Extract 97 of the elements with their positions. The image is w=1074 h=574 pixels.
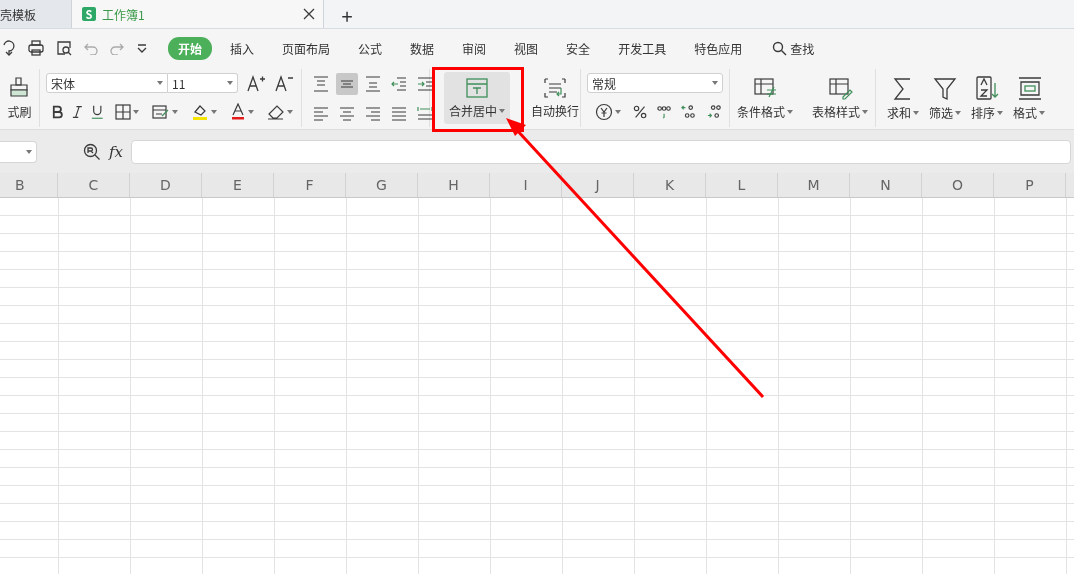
currency-button[interactable] xyxy=(593,101,623,123)
decrease-font-icon[interactable] xyxy=(274,74,294,92)
caret-icon xyxy=(287,110,293,114)
alignment-icon xyxy=(390,74,408,93)
percent-icon[interactable] xyxy=(633,104,648,120)
column-header[interactable]: E xyxy=(202,173,274,197)
column-header[interactable]: D xyxy=(130,173,202,197)
menu-tab[interactable]: 插入 xyxy=(220,36,265,60)
new-tab-button[interactable]: + xyxy=(324,0,370,28)
paintbrush-icon xyxy=(10,76,29,100)
paint-bucket-icon xyxy=(191,103,209,121)
formula-input[interactable] xyxy=(131,139,1071,164)
table-icon xyxy=(827,76,853,100)
caret-icon xyxy=(955,110,962,115)
menu-tab[interactable]: 特色应用 xyxy=(684,36,753,60)
align-button[interactable] xyxy=(336,72,358,95)
caret-icon xyxy=(1039,110,1046,115)
tool-button[interactable]: 排序 xyxy=(966,67,1009,129)
column-header[interactable]: F xyxy=(274,173,346,197)
tool-icon xyxy=(1016,75,1043,101)
font-size-select[interactable]: 11 xyxy=(168,73,238,93)
column-header[interactable]: B xyxy=(0,173,58,197)
column-header[interactable]: K xyxy=(634,173,706,197)
format-painter-button[interactable]: 式刷 xyxy=(7,69,32,127)
caret-icon xyxy=(615,110,621,114)
caret-icon xyxy=(227,81,233,85)
caret-icon xyxy=(997,110,1004,115)
caret-icon xyxy=(913,110,919,115)
print-preview-icon[interactable] xyxy=(56,40,72,56)
menu-tab[interactable]: 开发工具 xyxy=(608,36,677,60)
wrap-text-icon xyxy=(543,77,567,99)
increase-font-icon[interactable] xyxy=(246,74,266,92)
column-header[interactable]: L xyxy=(706,173,778,197)
tool-button[interactable]: 筛选 xyxy=(924,67,967,129)
table-icon xyxy=(752,76,778,100)
caret-icon xyxy=(172,110,178,114)
wrap-text-button[interactable]: 自动换行 xyxy=(530,72,580,124)
function-label[interactable]: fx xyxy=(109,142,123,161)
print-icon[interactable] xyxy=(28,40,44,56)
caret-icon xyxy=(862,109,868,114)
column-header[interactable]: N xyxy=(850,173,922,197)
column-header[interactable]: M xyxy=(778,173,850,197)
tool-button[interactable]: 格式 xyxy=(1008,67,1051,129)
underline-icon[interactable] xyxy=(91,104,104,120)
eraser-icon xyxy=(267,104,285,120)
redo-icon[interactable] xyxy=(2,40,16,56)
alignment-icon xyxy=(312,74,330,93)
merge-cells-icon xyxy=(465,77,489,99)
menu-tab[interactable]: 数据 xyxy=(400,36,445,60)
caret-icon xyxy=(26,149,32,154)
column-header[interactable]: J xyxy=(562,173,634,197)
caret-icon xyxy=(499,108,505,113)
menu-tab[interactable]: 公式 xyxy=(348,36,393,60)
menu-tab[interactable]: 安全 xyxy=(556,36,601,60)
font-select[interactable]: 宋体 xyxy=(46,73,168,93)
close-icon[interactable] xyxy=(303,8,315,20)
tool-icon xyxy=(932,75,958,101)
caret-icon xyxy=(211,110,217,114)
document-tab[interactable]: 壳模板 xyxy=(0,0,72,28)
grid-icon xyxy=(115,104,131,120)
menu-tab[interactable]: 视图 xyxy=(504,36,549,60)
caret-icon xyxy=(712,81,718,85)
borders-button[interactable] xyxy=(113,102,141,122)
cell-style-icon xyxy=(152,104,170,120)
tool-button[interactable]: 求和 xyxy=(882,67,924,129)
spreadsheet-icon: S xyxy=(82,7,96,21)
bold-icon[interactable] xyxy=(52,105,63,119)
menu-tab[interactable]: 页面布局 xyxy=(272,36,341,60)
caret-icon xyxy=(133,110,139,114)
alignment-icon xyxy=(364,74,382,93)
column-header[interactable]: H xyxy=(418,173,490,197)
column-header[interactable]: G xyxy=(346,173,418,197)
tool-icon xyxy=(974,75,1001,101)
caret-icon xyxy=(157,81,163,85)
column-header[interactable]: I xyxy=(490,173,562,197)
zoom-icon[interactable] xyxy=(83,142,101,161)
caret-icon xyxy=(248,110,254,114)
menu-tab[interactable]: 审阅 xyxy=(452,36,497,60)
column-header[interactable]: C xyxy=(58,173,130,197)
number-format-select[interactable]: 常规 xyxy=(587,73,723,93)
search-button[interactable]: 查找 xyxy=(766,38,821,58)
italic-icon[interactable] xyxy=(71,105,83,119)
column-header[interactable]: O xyxy=(922,173,994,197)
yen-icon xyxy=(595,103,613,121)
increase-decimal-icon[interactable] xyxy=(681,103,698,121)
table-style-button[interactable]: 表格样式 xyxy=(807,69,873,127)
decrease-decimal-icon[interactable] xyxy=(707,103,723,121)
search-icon xyxy=(772,40,788,56)
dropdown-icon[interactable] xyxy=(136,42,148,54)
font-color-icon xyxy=(230,103,246,121)
caret-icon xyxy=(787,109,793,114)
merge-center-button[interactable]: 合并居中 xyxy=(444,72,510,124)
table-style-button[interactable]: 条件格式 xyxy=(732,69,798,127)
alignment-icon xyxy=(416,74,434,93)
cell-style-button[interactable] xyxy=(150,102,180,122)
column-header[interactable]: P xyxy=(994,173,1066,197)
thousands-separator-icon[interactable] xyxy=(657,104,672,120)
